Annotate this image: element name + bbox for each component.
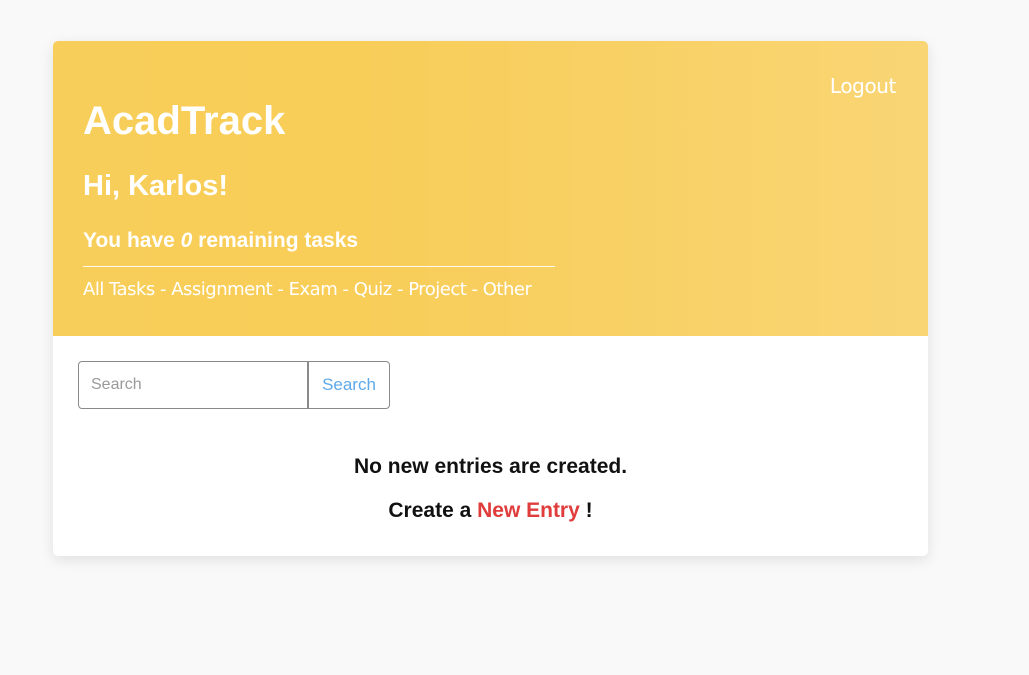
filter-assignment[interactable]: Assignment [171,279,272,300]
filter-exam[interactable]: Exam [289,279,338,300]
empty-state-message: No new entries are created. [353,455,628,478]
filter-other[interactable]: Other [483,279,532,300]
app-title: AcadTrack [83,99,286,143]
remaining-tasks-text: You have 0 remaining tasks [83,228,358,254]
filter-quiz[interactable]: Quiz [354,279,393,300]
filter-separator: - [272,279,289,300]
filter-separator: - [466,279,483,300]
header-divider [83,266,555,267]
filter-all-tasks[interactable]: All Tasks [83,279,155,300]
create-suffix: ! [579,499,593,522]
tasks-count: 0 [180,229,193,252]
header-banner: Logout AcadTrack Hi, Karlos! You have 0 … [53,41,928,336]
search-input[interactable] [78,361,308,409]
logout-link[interactable]: Logout [830,74,896,98]
filter-project[interactable]: Project [408,279,467,300]
tasks-prefix: You have [83,229,181,252]
filter-separator: - [337,279,354,300]
category-filters: All Tasks - Assignment - Exam - Quiz - P… [83,279,532,300]
filter-separator: - [154,279,172,300]
create-entry-prompt: Create a New Entry ! [53,498,928,524]
create-prefix: Create a [388,499,478,522]
search-button[interactable]: Search [308,361,390,409]
tasks-suffix: remaining tasks [192,229,359,252]
filter-separator: - [391,279,409,300]
new-entry-link[interactable]: New Entry [477,499,580,522]
greeting: Hi, Karlos! [83,170,229,202]
main-card: Logout AcadTrack Hi, Karlos! You have 0 … [53,41,928,556]
